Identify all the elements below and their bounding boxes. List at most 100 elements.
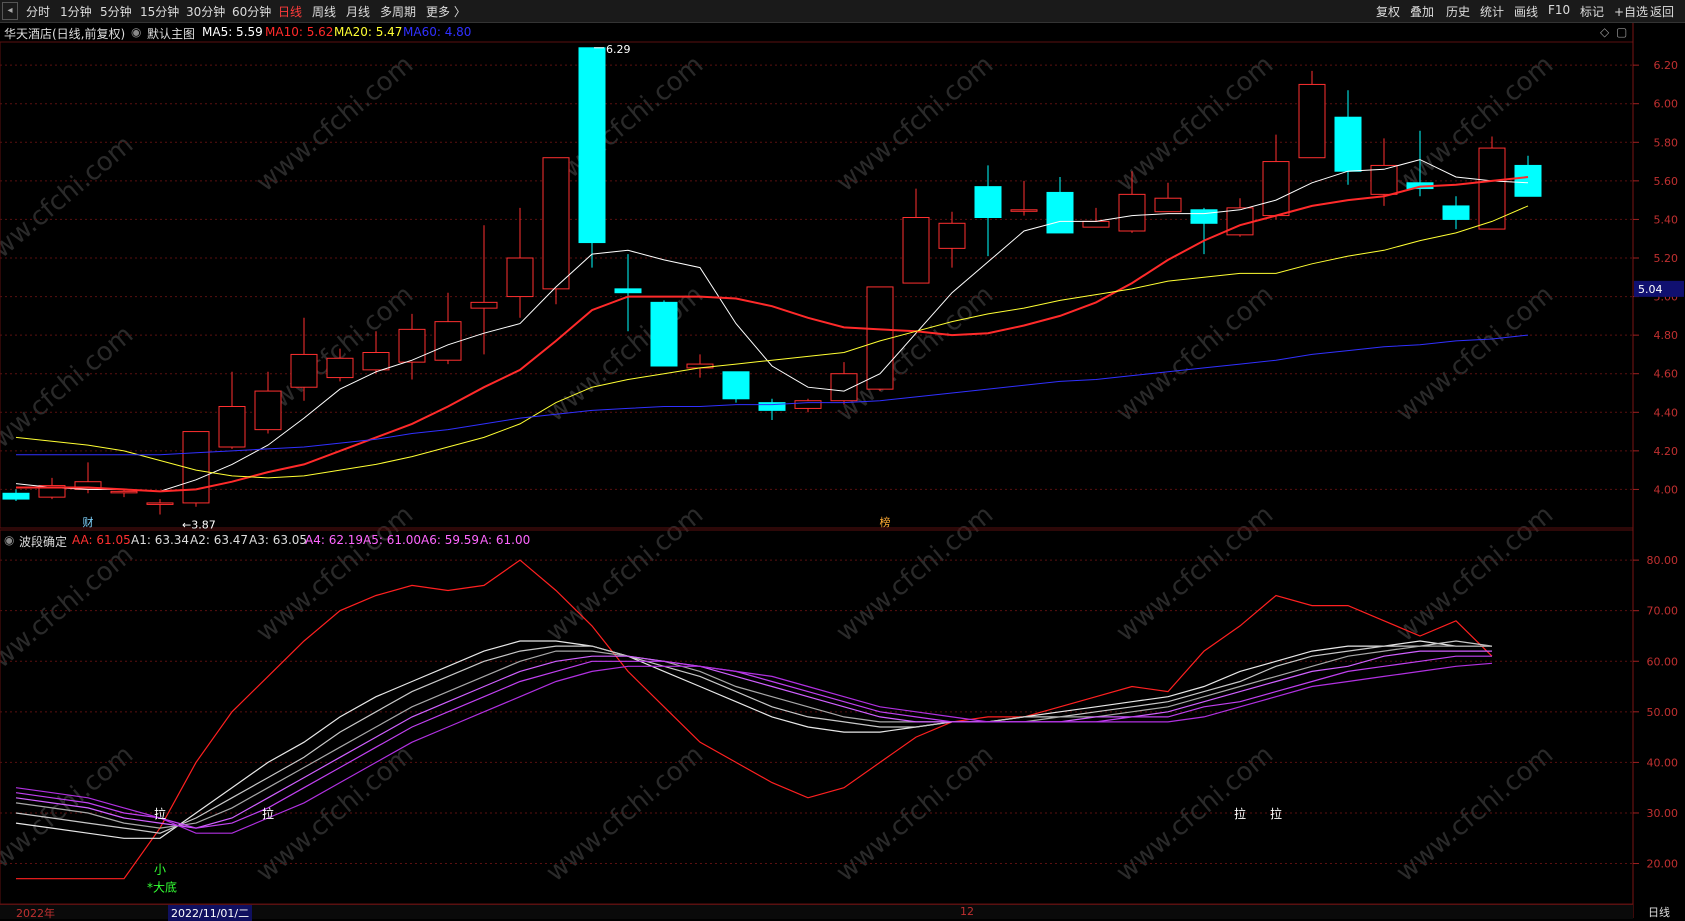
period-tab-8[interactable]: 月线	[346, 3, 370, 20]
watermark-text-11: www.cfchi.com	[1391, 280, 1560, 428]
candle-40	[1442, 196, 1470, 230]
candle-26	[938, 211, 966, 268]
candle-body-0	[2, 492, 30, 500]
ind-tick-label-4: 60.00	[1647, 655, 1679, 668]
indicator-legend-1: A1: 63.34	[131, 533, 190, 547]
candle-body-35	[1262, 161, 1290, 217]
candlestick-series[interactable]	[2, 47, 1542, 515]
candle-body-12	[434, 321, 462, 361]
candle-body-13	[470, 301, 498, 309]
indicator-settings-icon[interactable]: ◉	[4, 533, 14, 547]
period-tab-0[interactable]: 分时	[26, 3, 50, 20]
candle-29	[1046, 177, 1074, 234]
template-name[interactable]: 默认主图	[147, 25, 195, 42]
candle-body-11	[398, 328, 426, 363]
watermark-text-15: www.cfchi.com	[831, 500, 1000, 648]
tool-2[interactable]: 历史	[1446, 3, 1470, 20]
tool-5[interactable]: F10	[1548, 3, 1570, 17]
candle-12	[434, 292, 462, 365]
candle-20	[722, 371, 750, 403]
tool-8[interactable]: 返回	[1650, 3, 1674, 20]
candle-15	[542, 157, 570, 305]
finance-badge[interactable]: 财	[81, 516, 95, 530]
candle-body-34	[1226, 207, 1254, 236]
watermark-text-9: www.cfchi.com	[831, 280, 1000, 428]
signal-label-0: 拉	[154, 806, 166, 821]
indicator-name[interactable]: 波段确定	[19, 533, 67, 550]
diamond-icon[interactable]: ◇	[1600, 25, 1609, 39]
indicator-legend-7: A: 61.00	[480, 533, 531, 547]
grid-layer	[0, 22, 1634, 918]
candle-body-40	[1442, 205, 1470, 220]
candle-body-42	[1514, 164, 1542, 197]
watermark-text-10: www.cfchi.com	[1111, 280, 1280, 428]
watermark-text-14: www.cfchi.com	[541, 500, 710, 648]
tool-6[interactable]: 标记	[1580, 3, 1604, 20]
period-tab-9[interactable]: 多周期	[380, 3, 416, 20]
main-tick-label-7: 5.40	[1654, 213, 1679, 226]
candle-7	[254, 371, 282, 434]
indicator-legend-4: A4: 62.19	[305, 533, 364, 547]
ranking-badge[interactable]: 榜	[878, 516, 892, 530]
ind-tick-label-0: 20.00	[1647, 858, 1679, 871]
candle-13	[470, 225, 498, 355]
period-tab-2[interactable]: 5分钟	[100, 3, 132, 20]
chart-canvas[interactable]: www.cfchi.com www.cfchi.com www.cfchi.com w…	[0, 0, 1685, 918]
stock-name[interactable]: 华天酒店(日线,前复权)	[4, 25, 125, 42]
period-label[interactable]: 日线	[1633, 904, 1685, 919]
period-tab-3[interactable]: 15分钟	[140, 3, 179, 20]
main-tick-label-8: 5.60	[1654, 175, 1679, 188]
candle-body-25	[902, 217, 930, 284]
candle-30	[1082, 207, 1110, 228]
tool-1[interactable]: 叠加	[1410, 3, 1434, 20]
watermark-text-17: www.cfchi.com	[1391, 500, 1560, 648]
main-chart-title-bar: 华天酒店(日线,前复权) ◉ 默认主图 MA5: 5.59 MA10: 5.62 M…	[0, 22, 1633, 42]
candle-33	[1190, 207, 1218, 255]
period-tab-10[interactable]: 更多 〉	[426, 3, 466, 20]
signal-label-1: 拉	[262, 806, 274, 821]
settings-icon[interactable]: ◉	[131, 25, 141, 39]
candle-5	[182, 431, 210, 507]
expand-icon[interactable]: ▢	[1616, 25, 1627, 39]
candle-16	[578, 47, 606, 268]
watermark-text-0: www.cfchi.com	[0, 130, 139, 278]
main-tick-label-2: 4.40	[1654, 406, 1679, 419]
period-tab-4[interactable]: 30分钟	[186, 3, 225, 20]
tool-7[interactable]: +自选	[1614, 3, 1648, 20]
candle-34	[1226, 198, 1254, 237]
main-tick-label-9: 5.80	[1654, 136, 1679, 149]
tool-4[interactable]: 画线	[1514, 3, 1538, 20]
candle-body-7	[254, 390, 282, 431]
candle-body-10	[362, 352, 390, 371]
indicator-legend-5: A5: 61.00	[363, 533, 422, 547]
period-tab-7[interactable]: 周线	[312, 3, 336, 20]
candle-body-30	[1082, 220, 1110, 228]
ind-tick-label-5: 70.00	[1647, 605, 1679, 618]
tool-0[interactable]: 复权	[1376, 3, 1400, 20]
main-tick-label-10: 6.00	[1654, 98, 1679, 111]
indicator-legend-2: A2: 63.47	[190, 533, 249, 547]
candle-body-32	[1154, 197, 1182, 213]
candle-body-15	[542, 157, 570, 290]
candle-body-14	[506, 257, 534, 298]
bottom-label: *大底	[147, 879, 177, 894]
period-tab-5[interactable]: 60分钟	[232, 3, 271, 20]
cursor-date-label: 2022/11/01/二	[168, 905, 253, 921]
period-tab-6[interactable]: 日线	[278, 3, 302, 20]
period-tab-1[interactable]: 1分钟	[60, 3, 92, 20]
candle-17	[614, 254, 642, 332]
tool-3[interactable]: 统计	[1480, 3, 1504, 20]
candle-body-37	[1334, 116, 1362, 172]
year-label: 2022年	[16, 907, 55, 920]
indicator-legend-0: AA: 61.05	[72, 533, 131, 547]
price-axis: 4.004.204.404.604.805.005.205.405.605.80…	[1633, 59, 1684, 871]
watermark-text-1: www.cfchi.com	[251, 50, 420, 198]
candle-18	[650, 300, 678, 367]
back-arrow-icon[interactable]: ◂	[2, 2, 18, 20]
current-price-label: 5.04	[1638, 283, 1663, 296]
annotation-layer: 6.29←3.87拉拉拉拉小*大底	[147, 43, 1282, 895]
time-axis: 2022年 2022/11/01/二 12	[0, 904, 1633, 921]
candle-body-41	[1478, 147, 1506, 230]
candle-body-9	[326, 357, 354, 379]
candle-32	[1154, 182, 1182, 213]
